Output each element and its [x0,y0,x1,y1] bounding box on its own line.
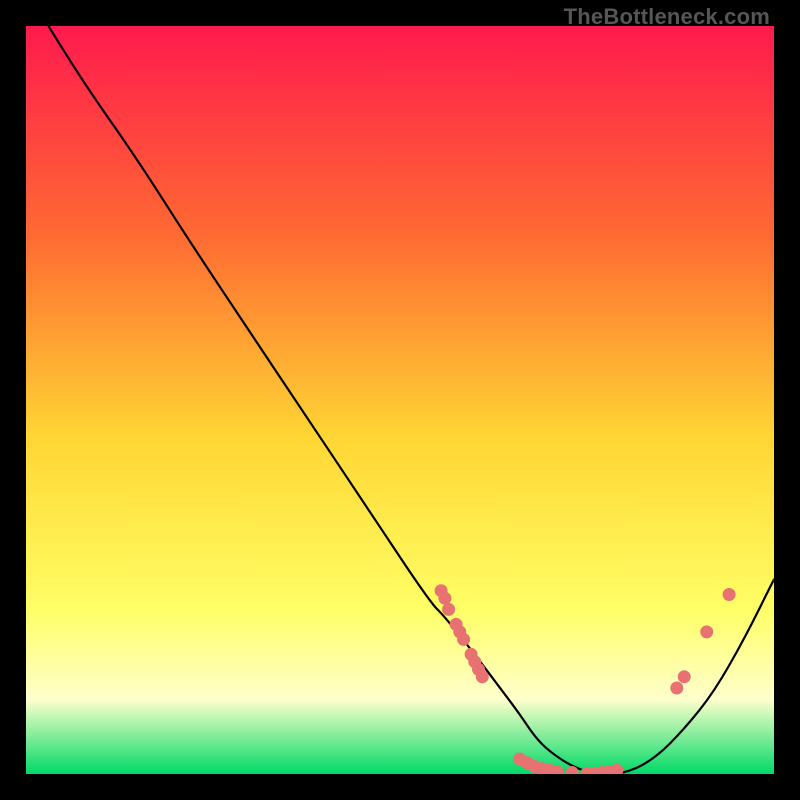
scatter-point [670,682,683,695]
gradient-background [26,26,774,774]
plot-area [26,26,774,774]
scatter-point [476,670,489,683]
scatter-point [723,588,736,601]
scatter-point [678,670,691,683]
scatter-point [442,603,455,616]
chart-svg [26,26,774,774]
scatter-point [457,633,470,646]
scatter-point [700,625,713,638]
scatter-point [438,592,451,605]
chart-container: TheBottleneck.com [0,0,800,800]
